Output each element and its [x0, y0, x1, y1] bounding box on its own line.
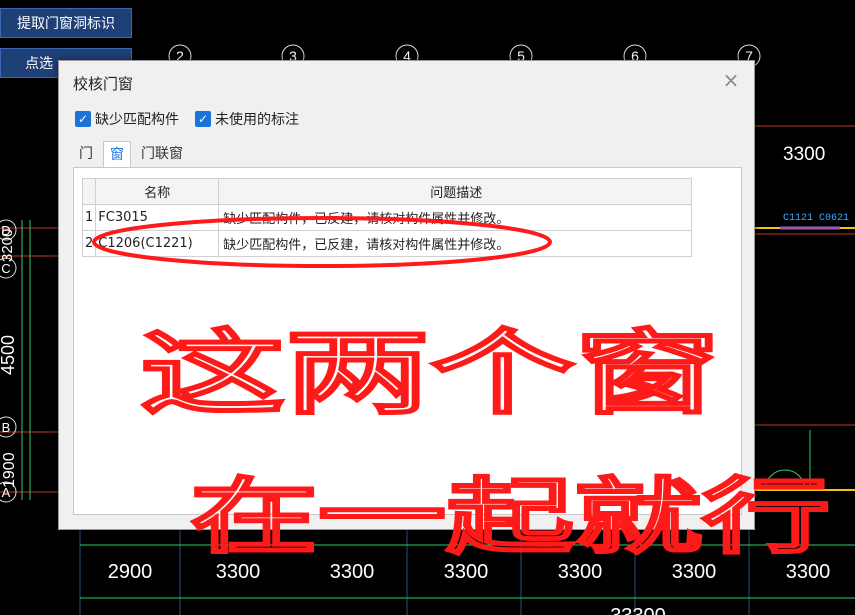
tab-door-window[interactable]: 门联窗: [135, 141, 189, 167]
bottom-dim-5: 3300: [558, 561, 603, 583]
row-description[interactable]: 缺少匹配构件，已反建，请核对构件属性并修改。: [218, 204, 693, 231]
row-name[interactable]: C1206(C1221): [95, 230, 220, 257]
bottom-dim-2: 3300: [216, 561, 261, 583]
tab-bar: 门 窗 门联窗: [73, 141, 193, 167]
missing-component-checkbox-row[interactable]: ✓ 缺少匹配构件: [75, 109, 179, 129]
name-header[interactable]: 名称: [95, 178, 220, 205]
bottom-dim-1: 2900: [108, 561, 153, 583]
bottom-total-dim: 33300: [610, 605, 666, 615]
axis-letter-b: B: [2, 420, 11, 435]
unused-label-checkbox-row[interactable]: ✓ 未使用的标注: [195, 109, 299, 129]
description-header[interactable]: 问题描述: [218, 178, 693, 205]
table-row[interactable]: 1 FC3015 缺少匹配构件，已反建，请核对构件属性并修改。: [81, 204, 693, 231]
bottom-dim-7: 3300: [786, 561, 831, 583]
extract-door-window-labels-button[interactable]: 提取门窗洞标识: [0, 8, 132, 38]
right-window-labels: C1121 C0621: [783, 213, 849, 224]
axis-letter-c: C: [1, 261, 10, 276]
left-dim-3200: 3200: [0, 229, 16, 262]
issues-table: 名称 问题描述 1 FC3015 缺少匹配构件，已反建，请核对构件属性并修改。 …: [81, 178, 693, 257]
table-header-row: 名称 问题描述: [81, 178, 693, 205]
bottom-dims: 2900 3300 3300 3300 3300 3300 3300 33300: [80, 544, 855, 615]
checkbox-checked-icon[interactable]: ✓: [75, 111, 91, 127]
row-index: 1: [81, 204, 97, 231]
tab-window[interactable]: 窗: [103, 141, 131, 167]
check-doors-windows-dialog: 校核门窗 × ✓ 缺少匹配构件 ✓ 未使用的标注 门 窗 门联窗 名称 问题描述…: [58, 60, 755, 530]
index-header: [81, 178, 97, 205]
tab-panel: 名称 问题描述 1 FC3015 缺少匹配构件，已反建，请核对构件属性并修改。 …: [73, 167, 742, 515]
unused-label-label: 未使用的标注: [215, 112, 299, 128]
row-name[interactable]: FC3015: [95, 204, 220, 231]
row-description[interactable]: 缺少匹配构件，已反建，请核对构件属性并修改。: [218, 230, 693, 257]
table-row[interactable]: 2 C1206(C1221) 缺少匹配构件，已反建，请核对构件属性并修改。: [81, 230, 693, 257]
bottom-dim-3: 3300: [330, 561, 375, 583]
tab-door[interactable]: 门: [73, 141, 99, 167]
left-axis: D C B A 3200 4500 1900: [0, 219, 58, 503]
bottom-dim-6: 3300: [672, 561, 717, 583]
row-index: 2: [81, 230, 97, 257]
missing-component-label: 缺少匹配构件: [95, 112, 179, 128]
bottom-dim-4: 3300: [444, 561, 489, 583]
checkbox-checked-icon[interactable]: ✓: [195, 111, 211, 127]
left-dim-1900: 1900: [1, 452, 18, 488]
right-walls: 3300 C1121 C0621: [755, 125, 855, 491]
close-icon[interactable]: ×: [720, 69, 742, 91]
right-top-dim: 3300: [783, 144, 825, 165]
left-dim-4500: 4500: [0, 335, 18, 375]
dialog-title: 校核门窗: [73, 75, 134, 93]
